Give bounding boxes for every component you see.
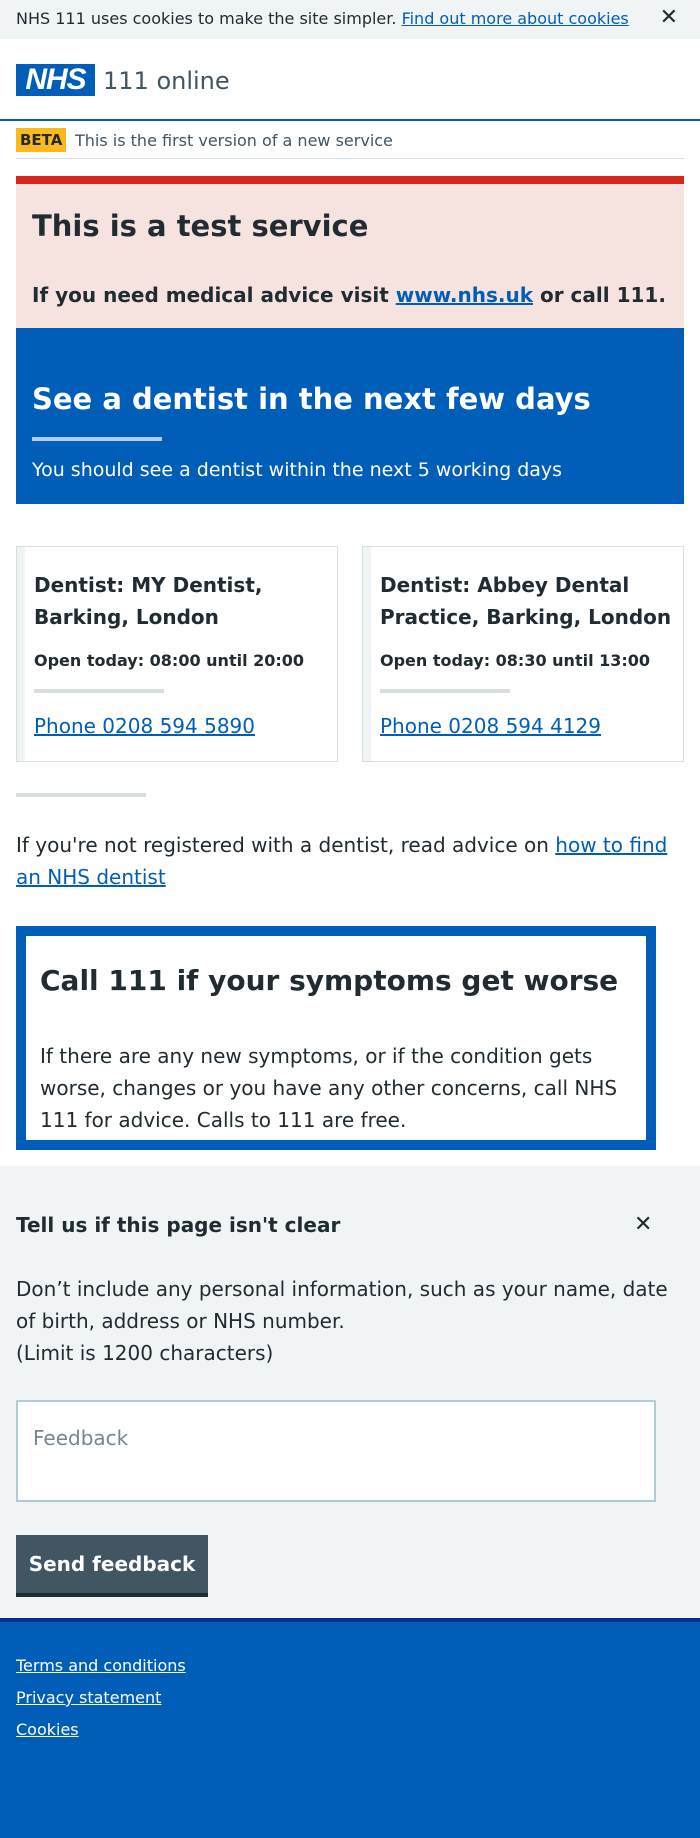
beta-banner: BETA This is the first version of a new … <box>16 127 684 159</box>
hero-divider <box>32 437 162 441</box>
nhs-logo[interactable]: NHS <box>16 64 95 96</box>
send-feedback-button[interactable]: Send feedback <box>16 1535 208 1593</box>
worsening-advice-box: Call 111 if your symptoms get worse If t… <box>16 926 656 1150</box>
page-title: See a dentist in the next few days <box>32 382 591 416</box>
warning-title: This is a test service <box>32 209 369 243</box>
service-card: Dentist: Abbey Dental Practice, Barking,… <box>362 546 684 762</box>
feedback-instructions: Don’t include any personal information, … <box>16 1277 668 1333</box>
warning-text-before: If you need medical advice visit <box>32 283 396 307</box>
cookie-text: NHS 111 uses cookies to make the site si… <box>16 9 397 28</box>
cookie-message: NHS 111 uses cookies to make the site si… <box>16 9 629 29</box>
feedback-title: Tell us if this page isn't clear <box>16 1213 341 1237</box>
beta-text: This is the first version of a new servi… <box>75 131 393 150</box>
service-name: Dentist: MY Dentist, Barking, London <box>34 573 263 629</box>
feedback-input[interactable] <box>16 1400 656 1502</box>
service-name: Dentist: Abbey Dental Practice, Barking,… <box>380 573 672 629</box>
dentist-advice: If you're not registered with a dentist,… <box>16 829 684 893</box>
advice-text: If you're not registered with a dentist,… <box>16 833 556 857</box>
disposition-banner: See a dentist in the next few days You s… <box>16 328 684 504</box>
warning-body: If you need medical advice visit www.nhs… <box>32 282 666 308</box>
nhs-website-link[interactable]: www.nhs.uk <box>396 283 533 307</box>
phone-link[interactable]: Phone 0208 594 4129 <box>380 713 601 739</box>
site-header: NHS 111 online <box>0 39 700 121</box>
card-divider <box>34 689 164 693</box>
cookie-banner: NHS 111 uses cookies to make the site si… <box>0 0 700 39</box>
terms-link[interactable]: Terms and conditions <box>16 1656 186 1676</box>
worsening-body: If there are any new symptoms, or if the… <box>40 1044 618 1132</box>
opening-times: Open today: 08:30 until 13:00 <box>380 651 651 670</box>
opening-times: Open today: 08:00 until 20:00 <box>34 651 305 670</box>
beta-tag: BETA <box>16 128 67 152</box>
service-name[interactable]: 111 online <box>103 66 230 96</box>
warning-text-after: or call 111. <box>533 283 666 307</box>
privacy-link[interactable]: Privacy statement <box>16 1688 161 1708</box>
service-card: Dentist: MY Dentist, Barking, London Ope… <box>16 546 338 762</box>
worsening-title: Call 111 if your symptoms get worse <box>40 964 619 997</box>
cookie-info-link[interactable]: Find out more about cookies <box>402 9 629 28</box>
page-subtitle: You should see a dentist within the next… <box>32 459 563 481</box>
cookies-link[interactable]: Cookies <box>16 1720 79 1740</box>
site-footer: Terms and conditions Privacy statement C… <box>0 1618 700 1838</box>
character-limit: (Limit is 1200 characters) <box>16 1341 274 1365</box>
section-divider <box>16 793 146 797</box>
card-divider <box>380 689 510 693</box>
close-icon[interactable]: ✕ <box>660 6 678 30</box>
close-icon[interactable]: ✕ <box>634 1213 652 1237</box>
phone-link[interactable]: Phone 0208 594 5890 <box>34 713 255 739</box>
test-service-warning: This is a test service If you need medic… <box>16 176 684 328</box>
